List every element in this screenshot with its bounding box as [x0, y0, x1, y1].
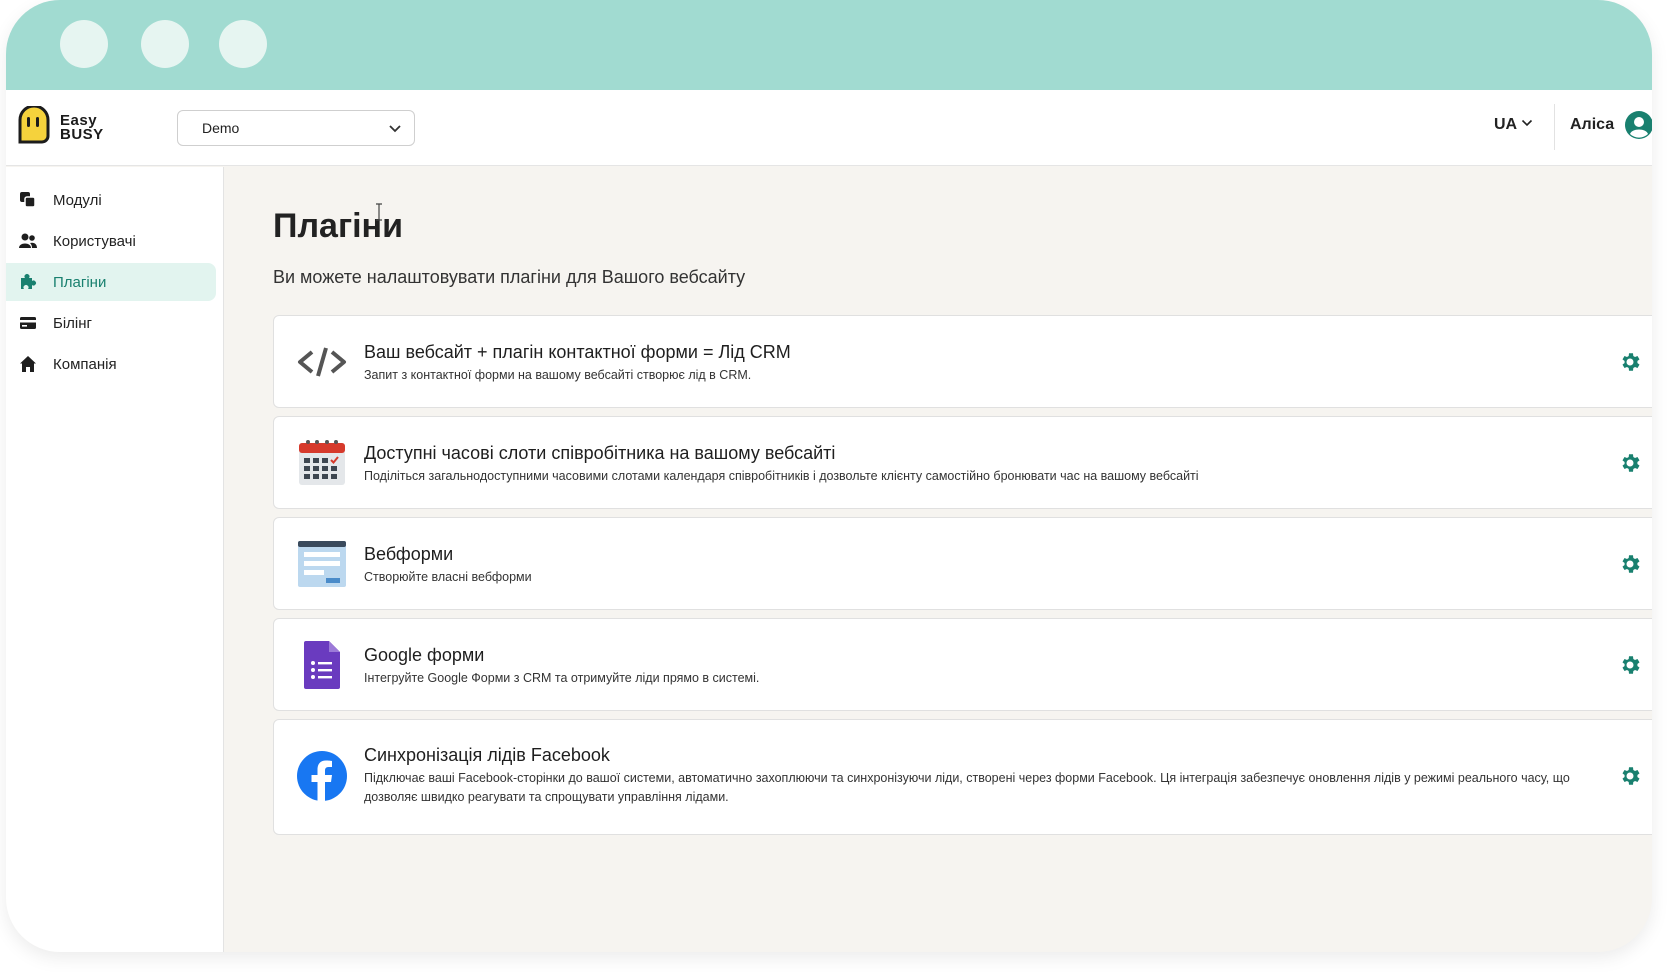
header-divider — [1554, 104, 1555, 150]
plugin-description: Створюйте власні вебформи — [364, 570, 532, 584]
gear-icon[interactable] — [1618, 350, 1642, 374]
app-window: Easy BUSY Demo UA Аліса Модулі Користува… — [6, 0, 1652, 952]
sidebar-item-modules[interactable]: Модулі — [6, 181, 216, 219]
plugin-description: Поділіться загальнодоступними часовими с… — [364, 469, 1199, 483]
facebook-icon — [297, 751, 347, 801]
page-subtitle: Ви можете налаштовувати плагіни для Вашо… — [273, 267, 746, 287]
code-icon — [298, 347, 346, 377]
sidebar: Модулі Користувачі Плагіни Білінг Компан… — [6, 167, 224, 952]
sidebar-item-users[interactable]: Користувачі — [6, 222, 216, 260]
plugin-card-facebook-leads[interactable]: Синхронізація лідів Facebook Підключає в… — [273, 719, 1652, 835]
plugin-description: Запит з контактної форми на вашому вебса… — [364, 368, 752, 382]
sidebar-item-label: Користувачі — [53, 233, 136, 250]
sidebar-item-plugins[interactable]: Плагіни — [6, 263, 216, 301]
modules-icon — [20, 192, 36, 208]
users-icon — [19, 233, 37, 248]
language-switcher[interactable]: UA — [1494, 116, 1533, 134]
text-cursor-icon — [376, 203, 382, 221]
puzzle-icon — [21, 274, 36, 289]
window-control-minimize[interactable] — [141, 20, 189, 68]
credit-card-icon — [20, 317, 36, 329]
sidebar-item-label: Білінг — [53, 315, 93, 332]
sidebar-item-company[interactable]: Компанія — [6, 345, 216, 383]
organization-select[interactable]: Demo — [177, 110, 415, 146]
language-label: UA — [1494, 116, 1518, 133]
gear-icon[interactable] — [1618, 552, 1642, 576]
home-icon — [20, 356, 36, 372]
plugin-description: Інтегруйте Google Форми з CRM та отримуй… — [364, 671, 760, 685]
top-navigation-bar: Easy BUSY Demo UA Аліса — [6, 90, 1652, 166]
chevron-down-icon — [1522, 119, 1533, 127]
gear-icon[interactable] — [1618, 451, 1642, 475]
user-name[interactable]: Аліса — [1570, 116, 1614, 134]
sidebar-item-billing[interactable]: Білінг — [6, 304, 216, 342]
window-titlebar — [6, 0, 1652, 90]
plugin-title: Доступні часові слоти співробітника на в… — [364, 443, 836, 463]
chevron-down-icon — [389, 125, 401, 133]
calendar-icon — [299, 440, 345, 485]
plugin-title: Ваш вебсайт + плагін контактної форми = … — [364, 342, 791, 362]
plugin-card-webforms[interactable]: Вебформи Створюйте власні вебформи — [273, 517, 1652, 610]
plugin-title: Google форми — [364, 645, 485, 665]
plugin-title: Синхронізація лідів Facebook — [364, 745, 610, 765]
sidebar-item-label: Компанія — [53, 356, 117, 373]
google-forms-icon — [304, 641, 340, 689]
organization-select-value: Demo — [202, 120, 240, 136]
plugin-description: Підключає ваші Facebook-сторінки до вашо… — [364, 771, 1570, 804]
plugin-card-time-slots[interactable]: Доступні часові слоти співробітника на в… — [273, 416, 1652, 509]
logo-wordmark: Easy BUSY — [60, 112, 104, 143]
window-control-maximize[interactable] — [219, 20, 267, 68]
page-title: Плагіни — [273, 207, 403, 245]
gear-icon[interactable] — [1618, 764, 1642, 788]
plugin-card-google-forms[interactable]: Google форми Інтегруйте Google Форми з C… — [273, 618, 1652, 711]
user-avatar-icon[interactable] — [1624, 110, 1652, 140]
main-content: Плагіни Ви можете налаштовувати плагіни … — [225, 167, 1652, 952]
webform-icon — [298, 541, 346, 587]
plugin-card-contact-form[interactable]: Ваш вебсайт + плагін контактної форми = … — [273, 315, 1652, 408]
app-logo[interactable]: Easy BUSY — [16, 106, 116, 150]
window-control-close[interactable] — [60, 20, 108, 68]
sidebar-item-label: Плагіни — [53, 274, 107, 291]
sidebar-item-label: Модулі — [53, 192, 102, 209]
logo-mascot-icon — [18, 106, 50, 144]
plugin-title: Вебформи — [364, 544, 454, 564]
gear-icon[interactable] — [1618, 653, 1642, 677]
